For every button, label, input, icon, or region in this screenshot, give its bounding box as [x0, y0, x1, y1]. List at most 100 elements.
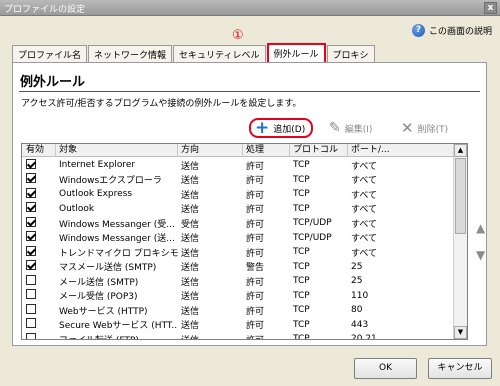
- rule-protocol: TCP: [293, 247, 310, 258]
- table-row[interactable]: トレンドマイクロ プロキシモジ...送信 許可 TCP すべて: [22, 245, 454, 260]
- table-row[interactable]: ファイル転送 (FTP)送信許可TCP 20,21: [22, 332, 454, 340]
- column-header-enabled[interactable]: 有効: [22, 144, 56, 157]
- rule-enabled-cell: [22, 216, 56, 230]
- rule-target: Internet Explorer: [59, 160, 136, 171]
- tab-network-info[interactable]: ネットワーク情報: [88, 45, 173, 62]
- table-row[interactable]: マスメール送信 (SMTP) 送信 警告 TCP 25: [22, 260, 454, 275]
- rule-protocol: TCP: [293, 290, 310, 301]
- delete-rule-button[interactable]: ✕ 削除(T): [401, 118, 448, 138]
- rule-action: 許可: [246, 219, 265, 230]
- tab-exception-rules[interactable]: 例外ルール: [266, 43, 326, 62]
- tab-proxy[interactable]: プロキシ: [326, 45, 375, 62]
- table-row[interactable]: Outlook Express 送信 許可 TCP すべて: [22, 187, 454, 202]
- rule-protocol: TCP: [293, 160, 310, 171]
- column-header-direction[interactable]: 方向: [178, 144, 243, 157]
- rule-protocol: TCP: [293, 319, 310, 330]
- annotation-one: ①: [232, 28, 244, 43]
- list-header: 有効 対象 方向 処理 プロトコル ポート/...: [22, 144, 454, 157]
- enabled-checkbox[interactable]: [26, 158, 36, 169]
- rule-target: Windows Messanger (送...: [59, 234, 175, 245]
- tab-profile-name[interactable]: プロファイル名: [12, 45, 88, 62]
- scroll-thumb[interactable]: [455, 158, 466, 234]
- table-row[interactable]: Internet Explorer 送信 許可 TCP すべて: [22, 158, 454, 173]
- rule-direction: 送信: [178, 333, 243, 339]
- help-label: この画面の説明: [428, 27, 492, 37]
- rule-action: 許可: [246, 234, 265, 245]
- rule-enabled-cell: [22, 274, 56, 288]
- table-row[interactable]: Webサービス (HTTP) 送信 許可 TCP 80: [22, 303, 454, 318]
- rule-enabled-cell: [22, 289, 56, 302]
- window-title: プロファイルの設定: [4, 5, 86, 15]
- ok-button[interactable]: OK: [354, 358, 417, 379]
- rule-port: 20,21: [351, 334, 377, 340]
- add-rule-button[interactable]: + 追加(D): [249, 118, 313, 138]
- rule-direction: 送信: [181, 277, 200, 288]
- rule-action: 許可: [246, 292, 265, 303]
- move-up-arrow-icon[interactable]: ▲: [476, 221, 485, 235]
- column-header-action[interactable]: 処理: [243, 144, 290, 157]
- enabled-checkbox[interactable]: [26, 289, 36, 300]
- scroll-up-arrow-icon[interactable]: ▲: [454, 144, 467, 157]
- rule-target: Outlook: [59, 203, 95, 214]
- enabled-checkbox[interactable]: [26, 216, 36, 227]
- rule-protocol: TCP: [293, 174, 310, 185]
- rule-port: 80: [351, 305, 363, 316]
- scroll-down-arrow-icon[interactable]: ▼: [454, 326, 467, 339]
- rule-direction: 送信: [181, 306, 200, 317]
- rule-enabled-cell: [22, 187, 56, 201]
- close-button[interactable]: x: [484, 2, 497, 14]
- plus-icon: +: [255, 118, 270, 138]
- rule-target: ファイル転送 (FTP): [56, 333, 178, 339]
- table-row[interactable]: Windowsエクスプローラ 送信 許可 TCP すべて: [22, 173, 454, 188]
- rule-direction: 送信: [181, 205, 200, 216]
- column-header-target[interactable]: 対象: [56, 144, 178, 157]
- rule-target: Secure Webサービス (HTT...: [59, 321, 178, 332]
- edit-label: 編集(I): [344, 124, 373, 135]
- enabled-checkbox[interactable]: [26, 245, 36, 256]
- table-row[interactable]: Windows Messanger (受... 受信 許可 TCP/UDP すべて: [22, 216, 454, 231]
- enabled-checkbox[interactable]: [26, 231, 36, 242]
- enabled-checkbox[interactable]: [26, 274, 36, 285]
- rule-port: 443: [351, 319, 369, 330]
- rule-protocol: TCP: [293, 305, 310, 316]
- table-row[interactable]: Windows Messanger (送... 送信 許可 TCP/UDP すべて: [22, 231, 454, 246]
- vertical-scrollbar[interactable]: ▲ ▼: [453, 144, 467, 339]
- enabled-checkbox[interactable]: [26, 260, 36, 271]
- rule-port: すべて: [351, 176, 378, 187]
- rule-enabled-cell: [22, 303, 56, 317]
- help-link[interactable]: ? この画面の説明: [411, 24, 492, 37]
- rule-action: 許可: [246, 277, 265, 288]
- enabled-checkbox[interactable]: [26, 332, 36, 339]
- heading-divider: [19, 91, 480, 92]
- move-down-arrow-icon[interactable]: ▼: [476, 248, 485, 262]
- rule-target: メール送信 (SMTP): [59, 277, 139, 288]
- rule-port: すべて: [351, 219, 378, 230]
- enabled-checkbox[interactable]: [26, 318, 36, 329]
- rule-enabled-cell: [22, 231, 56, 244]
- table-row[interactable]: Outlook 送信 許可 TCP すべて: [22, 202, 454, 217]
- enabled-checkbox[interactable]: [26, 303, 36, 314]
- rule-enabled-cell: [22, 245, 56, 259]
- enabled-checkbox[interactable]: [26, 173, 36, 184]
- rule-protocol: TCP: [293, 276, 310, 287]
- rule-direction: 送信: [181, 248, 200, 259]
- rule-port: 25: [351, 276, 363, 287]
- column-header-protocol[interactable]: プロトコル: [290, 144, 348, 157]
- column-header-port[interactable]: ポート/...: [348, 144, 454, 157]
- rule-action: 警告: [246, 263, 265, 274]
- enabled-checkbox[interactable]: [26, 187, 36, 198]
- edit-rule-button[interactable]: ✎ 編集(I): [329, 118, 372, 138]
- rule-protocol: TCP: [293, 261, 310, 272]
- table-row[interactable]: メール受信 (POP3) 送信 許可 TCP 110: [22, 289, 454, 304]
- cancel-button[interactable]: キャンセル: [428, 358, 492, 379]
- rule-direction: 受信: [181, 219, 200, 230]
- enabled-checkbox[interactable]: [26, 202, 36, 213]
- panel-heading: 例外ルール: [20, 75, 86, 90]
- table-row[interactable]: メール送信 (SMTP) 送信 許可 TCP 25: [22, 274, 454, 289]
- rule-protocol: TCP/UDP: [293, 232, 332, 243]
- rules-list: 有効 対象 方向 処理 プロトコル ポート/... Internet Explo…: [21, 143, 468, 340]
- table-row[interactable]: Secure Webサービス (HTT... 送信 許可 TCP 443: [22, 318, 454, 333]
- rule-target: メール受信 (POP3): [59, 292, 138, 303]
- tab-security-level[interactable]: セキュリティレベル: [173, 45, 266, 62]
- rule-port: すべて: [351, 190, 378, 201]
